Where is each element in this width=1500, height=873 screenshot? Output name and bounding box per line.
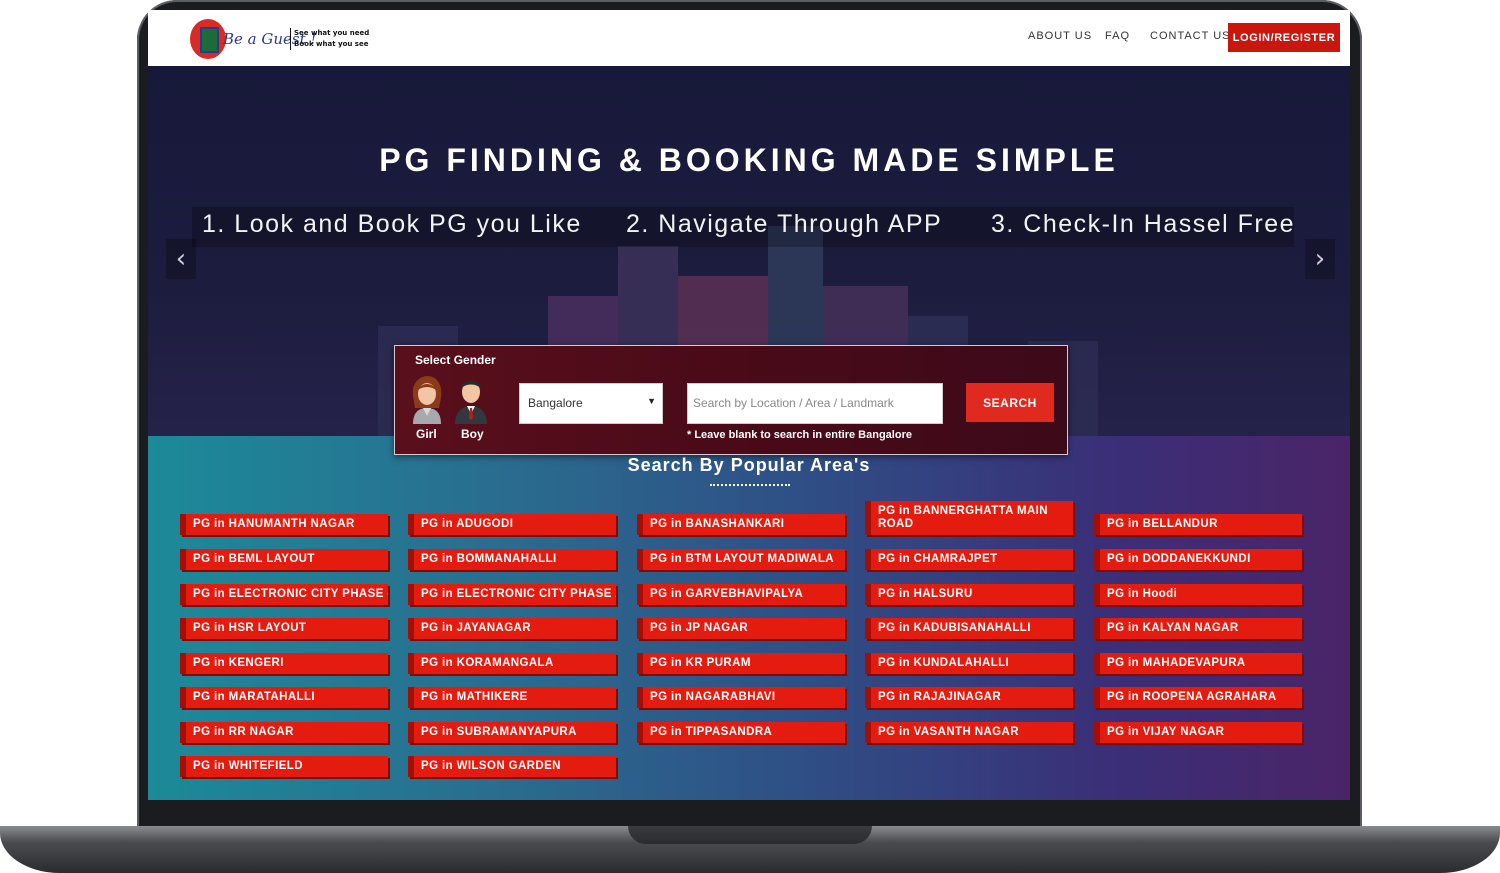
city-select[interactable]: Bangalore ▼ (519, 383, 663, 424)
area-link[interactable]: PG in HALSURU (865, 584, 1073, 605)
area-link[interactable]: PG in KALYAN NAGAR (1094, 618, 1302, 639)
nav-about-us[interactable]: ABOUT US (1028, 30, 1092, 42)
area-link[interactable]: PG in VIJAY NAGAR (1094, 722, 1302, 743)
nav-contact-us[interactable]: CONTACT US (1150, 30, 1231, 42)
area-link[interactable]: PG in MATHIKERE (408, 687, 616, 708)
area-link[interactable]: PG in NAGARABHAVI (637, 687, 845, 708)
area-link[interactable]: PG in KR PURAM (637, 653, 845, 674)
area-link[interactable]: PG in TIPPASANDRA (637, 722, 845, 743)
logo-icon (190, 19, 226, 59)
area-link[interactable]: PG in BANNERGHATTA MAIN ROAD (865, 501, 1073, 535)
search-hint: * Leave blank to search in entire Bangal… (687, 429, 912, 441)
boy-label: Boy (461, 427, 484, 441)
area-link[interactable]: PG in KENGERI (180, 653, 388, 674)
area-link[interactable]: PG in SUBRAMANYAPURA (408, 722, 616, 743)
area-link[interactable]: PG in KADUBISANAHALLI (865, 618, 1073, 639)
area-link[interactable]: PG in BTM LAYOUT MADIWALA (637, 549, 845, 570)
logo-tagline: See what you need Book what you see (290, 28, 369, 50)
carousel-next-icon[interactable]: › (1305, 239, 1335, 279)
area-link[interactable]: PG in ELECTRONIC CITY PHASE - 1 (180, 584, 388, 605)
area-link[interactable]: PG in BANASHANKARI (637, 514, 845, 535)
area-link[interactable]: PG in ELECTRONIC CITY PHASE 2 (408, 584, 616, 605)
area-link[interactable]: PG in KUNDALAHALLI (865, 653, 1073, 674)
nav-faq[interactable]: FAQ (1105, 30, 1130, 42)
area-link[interactable]: PG in HSR LAYOUT (180, 618, 388, 639)
boy-avatar-icon[interactable] (453, 374, 489, 424)
area-link[interactable]: PG in GARVEBHAVIPALYA (637, 584, 845, 605)
logo-tagline-line1: See what you need (294, 29, 370, 37)
popular-areas-title: Search By Popular Area's (627, 455, 871, 475)
title-underline (710, 484, 790, 486)
area-link[interactable]: PG in CHAMRAJPET (865, 549, 1073, 570)
area-link[interactable]: PG in KORAMANGALA (408, 653, 616, 674)
area-link[interactable]: PG in BOMMANAHALLI (408, 549, 616, 570)
search-button[interactable]: SEARCH (966, 383, 1054, 422)
hero-step-2: 2. Navigate Through APP (626, 210, 943, 238)
location-search-placeholder: Search by Location / Area / Landmark (693, 396, 894, 410)
laptop-screen: Be a Guest ! See what you need Book what… (148, 10, 1350, 800)
city-select-value: Bangalore (528, 396, 583, 410)
hero-title: PG FINDING & BOOKING MADE SIMPLE (379, 142, 1119, 178)
laptop-hinge-notch (628, 826, 872, 844)
location-search-input[interactable]: Search by Location / Area / Landmark (687, 383, 943, 424)
site-logo[interactable]: Be a Guest ! See what you need Book what… (190, 19, 369, 61)
top-navbar: Be a Guest ! See what you need Book what… (148, 10, 1350, 66)
area-link[interactable]: PG in RAJAJINAGAR (865, 687, 1073, 708)
login-register-button[interactable]: LOGIN/REGISTER (1228, 23, 1340, 52)
area-link[interactable]: PG in JP NAGAR (637, 618, 845, 639)
area-link[interactable]: PG in JAYANAGAR (408, 618, 616, 639)
area-link[interactable]: PG in BEML LAYOUT (180, 549, 388, 570)
popular-areas-grid: PG in HANUMANTH NAGAR PG in ADUGODI PG i… (180, 500, 1320, 780)
area-link[interactable]: PG in VASANTH NAGAR (865, 722, 1073, 743)
hero-step-3: 3. Check-In Hassel Free (991, 210, 1296, 238)
area-link[interactable]: PG in ADUGODI (408, 514, 616, 535)
area-link[interactable]: PG in WILSON GARDEN (408, 756, 616, 777)
area-link[interactable]: PG in BELLANDUR (1094, 514, 1302, 535)
logo-tagline-line2: Book what you see (294, 40, 369, 48)
girl-label: Girl (416, 427, 437, 441)
chevron-down-icon: ▼ (647, 396, 656, 406)
area-link[interactable]: PG in Hoodi (1094, 584, 1302, 605)
carousel-prev-icon[interactable]: ‹ (166, 239, 196, 279)
area-link[interactable]: PG in DODDANEKKUNDI (1094, 549, 1302, 570)
area-link[interactable]: PG in ROOPENA AGRAHARA (1094, 687, 1302, 708)
search-panel: Select Gender Girl Boy Bangalore ▼ Searc… (394, 345, 1068, 455)
area-link[interactable]: PG in RR NAGAR (180, 722, 388, 743)
area-link[interactable]: PG in MARATAHALLI (180, 687, 388, 708)
area-link[interactable]: PG in HANUMANTH NAGAR (180, 514, 388, 535)
area-link[interactable]: PG in MAHADEVAPURA (1094, 653, 1302, 674)
area-link[interactable]: PG in WHITEFIELD (180, 756, 388, 777)
girl-avatar-icon[interactable] (409, 374, 445, 424)
logo-mark (200, 27, 219, 53)
select-gender-label: Select Gender (415, 353, 496, 367)
hero-step-1: 1. Look and Book PG you Like (202, 210, 582, 238)
